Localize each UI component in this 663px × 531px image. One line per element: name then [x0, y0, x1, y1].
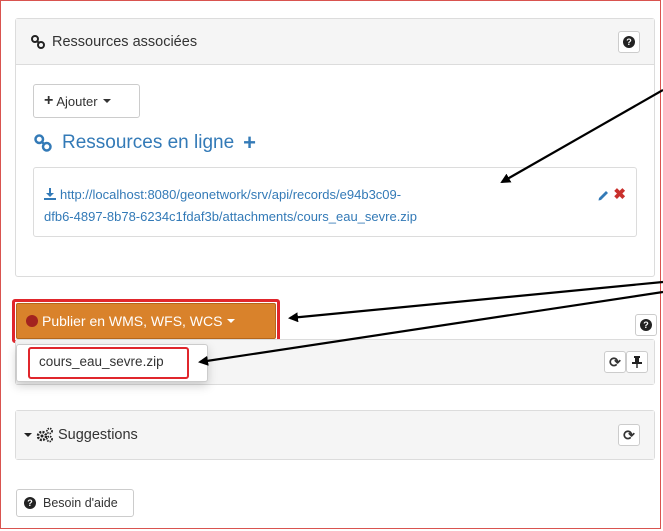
chevron-down-icon — [24, 433, 32, 437]
suggestions-title: Suggestions — [58, 427, 138, 443]
chevron-down-icon — [102, 99, 111, 103]
globe-icon — [26, 315, 38, 327]
edit-icon[interactable] — [598, 188, 610, 204]
pin-button[interactable] — [626, 351, 648, 373]
resource-list-item: http://localhost:8080/geonetwork/srv/api… — [33, 167, 637, 237]
plus-icon: + — [44, 92, 54, 109]
panel-title: Ressources associées — [52, 33, 198, 50]
refresh-button[interactable]: ⟳ — [604, 351, 626, 373]
pin-icon — [632, 356, 642, 368]
help-button-label: Besoin d'aide — [43, 496, 118, 510]
help-button[interactable]: ? — [635, 314, 657, 336]
publish-button-label: Publier en WMS, WFS, WCS — [42, 313, 223, 329]
help-icon: ? — [640, 319, 652, 331]
delete-icon[interactable]: ✖ — [613, 185, 626, 203]
suggestions-panel: Suggestions ⟳ — [15, 410, 655, 460]
online-resources-heading: Ressources en ligne + — [33, 132, 256, 154]
add-button[interactable]: + Ajouter — [33, 84, 140, 118]
resource-url-line2[interactable]: dfb6-4897-8b78-6234c1fdaf3b/attachments/… — [44, 209, 417, 224]
related-resources-panel: Ressources associées ? + Ajouter Ressour… — [15, 18, 655, 277]
chevron-down-icon — [227, 319, 236, 323]
help-button-bottom[interactable]: ? Besoin d'aide — [16, 489, 134, 517]
cogs-icon — [36, 427, 54, 443]
download-icon — [44, 185, 56, 206]
help-icon: ? — [623, 36, 635, 48]
refresh-icon: ⟳ — [609, 353, 621, 370]
suggestions-header[interactable]: Suggestions ⟳ — [16, 411, 654, 459]
resource-url-line1[interactable]: http://localhost:8080/geonetwork/srv/api… — [60, 187, 401, 202]
publish-button[interactable]: Publier en WMS, WFS, WCS — [16, 303, 276, 339]
related-resources-header: Ressources associées ? — [16, 19, 654, 65]
online-resources-title: Ressources en ligne — [62, 132, 235, 153]
dropdown-item[interactable]: cours_eau_sevre.zip — [39, 354, 164, 369]
resource-link[interactable]: http://localhost:8080/geonetwork/srv/api… — [44, 184, 564, 227]
help-button[interactable]: ? — [618, 31, 640, 53]
link-icon — [30, 34, 46, 50]
refresh-button[interactable]: ⟳ — [618, 424, 640, 446]
add-button-label: Ajouter — [56, 93, 98, 109]
refresh-icon: ⟳ — [623, 426, 635, 443]
add-online-resource-icon[interactable]: + — [243, 132, 256, 154]
help-icon: ? — [24, 497, 36, 509]
link-icon — [33, 133, 53, 153]
